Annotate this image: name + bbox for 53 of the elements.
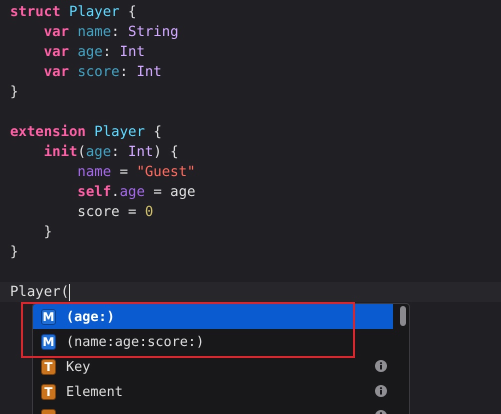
info-icon[interactable]: [375, 385, 387, 397]
code-token: String: [128, 23, 179, 42]
code-token: = age: [152, 183, 196, 202]
completion-label: Key: [66, 358, 90, 374]
code-token: Int: [136, 63, 162, 82]
completion-item[interactable]: T Element: [33, 379, 393, 404]
code-token: {: [153, 123, 162, 142]
code-token: var: [42, 23, 70, 42]
code-token: Player: [69, 3, 121, 22]
completion-label: (name:age:score:): [66, 334, 204, 350]
code-token: :: [111, 23, 121, 42]
info-icon[interactable]: [375, 360, 387, 372]
code-token: age: [86, 143, 112, 162]
completion-label: Element: [66, 384, 123, 400]
kind-badge: M: [41, 308, 56, 324]
completion-item[interactable]: M (name:age:score:): [33, 329, 393, 354]
kind-badge: T: [41, 358, 56, 374]
code-token: ) {: [153, 143, 179, 162]
code-token: {: [128, 3, 136, 22]
code-token: init: [42, 143, 78, 162]
code-token: 0: [144, 203, 154, 222]
text-cursor: [69, 284, 70, 300]
code-token: }: [10, 243, 18, 262]
code-token: .: [111, 183, 120, 202]
completion-item[interactable]: T Key: [33, 354, 393, 379]
code-token: age: [77, 43, 103, 62]
kind-badge: T: [41, 384, 56, 400]
code-token: struct: [10, 3, 62, 22]
code-token: }: [42, 223, 52, 242]
kind-badge: M: [41, 334, 56, 350]
code-token: :: [111, 143, 121, 162]
code-token: var: [42, 63, 70, 82]
code-token: }: [10, 83, 18, 102]
code-token: =: [118, 163, 130, 182]
scrollbar[interactable]: [400, 306, 406, 326]
code-token: name: [77, 23, 112, 42]
code-token: :: [120, 63, 130, 82]
code-token: Player(: [10, 283, 70, 302]
code-token: var: [42, 43, 70, 62]
code-token: extension: [10, 123, 87, 142]
code-token: "Guest": [136, 163, 196, 182]
code-token: name: [76, 163, 112, 182]
code-token: age: [120, 183, 145, 202]
code-token: Int: [128, 143, 154, 162]
completion-label: (age:): [66, 308, 115, 324]
code-token: score: [77, 63, 120, 82]
code-token: self: [76, 183, 112, 202]
code-token: (: [77, 143, 86, 162]
code-token: :: [102, 43, 112, 62]
code-token: Int: [120, 43, 145, 62]
code-token: Player: [94, 123, 146, 142]
code-token: score =: [76, 203, 138, 222]
completion-item[interactable]: M (age:): [33, 304, 393, 329]
